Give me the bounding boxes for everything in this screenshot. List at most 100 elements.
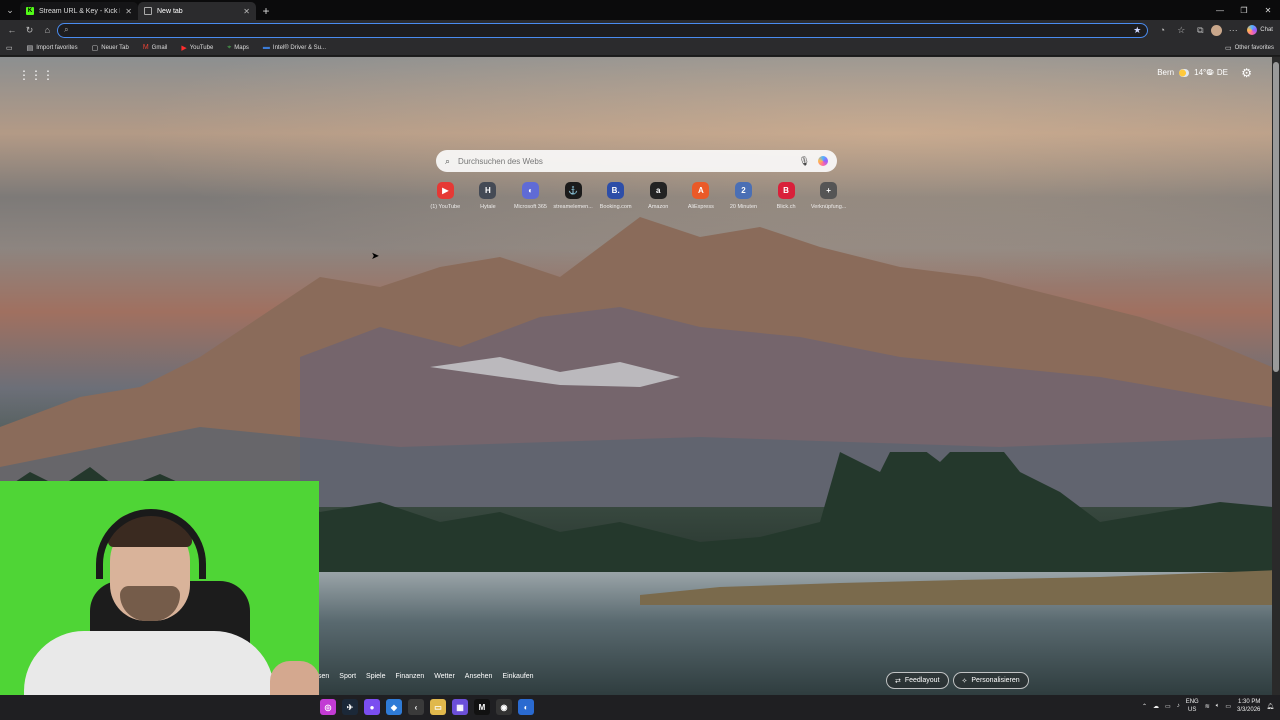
grid-app-taskbar-icon[interactable]: ▦ xyxy=(452,699,468,715)
copilot-icon[interactable] xyxy=(818,156,828,166)
youtube-icon: ▶ xyxy=(181,44,187,52)
layout-icon: ⇄ xyxy=(895,677,901,685)
quick-link-item[interactable]: B Blick.ch xyxy=(765,182,808,210)
close-icon[interactable]: ✕ xyxy=(125,7,132,16)
bookmark-youtube[interactable]: ▶ YouTube xyxy=(181,44,213,52)
scrollbar-thumb[interactable] xyxy=(1273,62,1279,372)
cloud-icon[interactable]: ☁ xyxy=(1153,703,1159,710)
feed-nav-item[interactable]: Finanzen xyxy=(396,673,425,680)
tray-overflow-icon[interactable]: ⌃ xyxy=(1142,703,1147,710)
bookmark-label: Intel® Driver & Su... xyxy=(272,44,327,51)
quick-link-item[interactable]: B. Booking.com xyxy=(594,182,637,210)
quick-link-icon: A xyxy=(692,182,710,199)
taskbar-apps: ◎ ✈ ● ◆ ‹ ▭ ▦ M ◉ ◐ xyxy=(320,699,534,715)
web-search-input[interactable] xyxy=(458,156,791,166)
home-icon[interactable]: ⌂ xyxy=(39,22,55,38)
speaker-icon[interactable]: ♪ xyxy=(1177,703,1180,709)
partly-sunny-icon xyxy=(1179,68,1190,77)
quick-link-item[interactable]: ◐ Microsoft 365 xyxy=(509,182,552,210)
globe-icon: 🌐︎ xyxy=(1207,68,1214,77)
apps-grid-icon[interactable]: ⋮⋮⋮ xyxy=(18,68,54,82)
quick-link-item[interactable]: ▶ (1) YouTube xyxy=(424,182,467,210)
instagram-taskbar-icon[interactable]: ◎ xyxy=(320,699,336,715)
language-selector[interactable]: 🌐︎ DE xyxy=(1207,68,1228,78)
bookmark-label: Gmail xyxy=(151,44,168,51)
minimize-icon[interactable]: — xyxy=(1208,0,1232,20)
close-window-icon[interactable]: ✕ xyxy=(1256,0,1280,20)
bookmark-import-favorites[interactable]: ▤ Import favorites xyxy=(27,44,78,52)
bookmark-intel-driver[interactable]: ▬ Intel® Driver & Su... xyxy=(263,44,326,51)
settings-gear-icon[interactable]: ⚙ xyxy=(1241,66,1252,80)
web-search-box[interactable]: ⌕ 🎙︎ xyxy=(436,150,837,172)
tab-bar: ⌄ K Stream URL & Key - Kick Dashboa ✕ Ne… xyxy=(0,0,1280,20)
quick-link-icon: a xyxy=(649,182,667,199)
address-bar[interactable]: ⌕ ★ xyxy=(57,22,1149,38)
quick-link-item[interactable]: H Hytale xyxy=(467,182,510,210)
personalize-button[interactable]: ✧ Personalisieren xyxy=(952,672,1029,689)
chat-label: Chat xyxy=(1260,27,1273,33)
more-icon[interactable]: ⋯ xyxy=(1225,22,1241,38)
quick-link-item[interactable]: a Amazon xyxy=(637,182,680,210)
m-app-taskbar-icon[interactable]: M xyxy=(474,699,490,715)
other-favorites[interactable]: ▭ Other favorites xyxy=(1225,44,1274,52)
feed-nav-item[interactable]: sen xyxy=(318,673,329,680)
clock-time: 1:30 PM xyxy=(1238,699,1261,705)
battery-icon[interactable]: ▭ xyxy=(1225,703,1231,710)
chevron-taskbar-icon[interactable]: ‹ xyxy=(408,699,424,715)
new-tab-button[interactable]: + xyxy=(256,2,276,20)
quick-link-item[interactable]: A AliExpress xyxy=(680,182,723,210)
edge-taskbar-icon[interactable]: ◐ xyxy=(518,699,534,715)
bookmark-gmail[interactable]: M Gmail xyxy=(143,44,168,51)
refresh-icon[interactable]: ↻ xyxy=(22,22,38,38)
quick-link-label: 20 Minuten xyxy=(729,204,758,210)
feed-nav-item[interactable]: Spiele xyxy=(366,673,385,680)
favorites-icon[interactable]: ☆ xyxy=(1173,22,1189,38)
clock-date: 3/3/2026 xyxy=(1237,707,1261,713)
tab-new-tab[interactable]: New tab ✕ xyxy=(138,2,256,20)
folder-taskbar-icon[interactable]: ▭ xyxy=(430,699,446,715)
quick-link-item[interactable]: ⚓ streamelemen... xyxy=(552,182,595,210)
collections-icon[interactable]: ⧉ xyxy=(1192,22,1208,38)
window-controls: — ❐ ✕ xyxy=(1208,0,1280,20)
bookmark-label: YouTube xyxy=(189,44,214,51)
favorite-star-icon[interactable]: ★ xyxy=(1133,25,1141,36)
quick-link-label: Blick.ch xyxy=(776,204,796,210)
feed-nav-item[interactable]: Einkaufen xyxy=(502,673,533,680)
feed-nav-item[interactable]: Sport xyxy=(339,673,356,680)
quick-link-item[interactable]: + Verknüpfung... xyxy=(807,182,850,210)
obs-taskbar-icon[interactable]: ◉ xyxy=(496,699,512,715)
maps-icon: ⌖ xyxy=(227,43,232,51)
tab-actions-menu-icon[interactable]: ⌄ xyxy=(0,0,20,20)
shield-taskbar-icon[interactable]: ◆ xyxy=(386,699,402,715)
notification-bell-icon[interactable]: 🔔︎ xyxy=(1266,703,1274,710)
back-icon[interactable]: ← xyxy=(4,22,20,38)
quick-link-icon: B. xyxy=(607,182,625,199)
steam-taskbar-icon[interactable]: ✈ xyxy=(342,699,358,715)
feed-layout-button[interactable]: ⇄ Feedlayout xyxy=(886,672,949,689)
personalize-label: Personalisieren xyxy=(971,677,1020,684)
import-icon: ▤ xyxy=(26,44,34,52)
weather-widget[interactable]: Bern 14°C xyxy=(1157,68,1212,77)
profile-avatar[interactable] xyxy=(1211,24,1223,36)
network-icon[interactable]: ▭ xyxy=(1165,703,1171,710)
bookmark-neuer-tab[interactable]: ▢ Neuer Tab xyxy=(92,44,129,52)
microphone-icon[interactable]: 🎙︎ xyxy=(799,156,810,167)
browser-essentials-icon[interactable]: ◔ xyxy=(1154,22,1170,38)
feed-nav-item[interactable]: Wetter xyxy=(434,673,455,680)
volume-icon[interactable]: 🔈︎ xyxy=(1216,703,1220,710)
quick-link-item[interactable]: 2 20 Minuten xyxy=(722,182,765,210)
address-input[interactable] xyxy=(72,25,1130,35)
reading-list-icon[interactable]: ▭ xyxy=(6,44,13,52)
wifi-icon[interactable]: ≋ xyxy=(1205,703,1210,710)
close-icon[interactable]: ✕ xyxy=(243,7,250,16)
input-language[interactable]: ENG US xyxy=(1186,698,1199,714)
feed-nav-item[interactable]: Ansehen xyxy=(465,673,493,680)
quick-link-label: AliExpress xyxy=(687,204,714,210)
copilot-chat-button[interactable]: Chat xyxy=(1244,25,1276,35)
bookmark-maps[interactable]: ⌖ Maps xyxy=(227,44,249,52)
tab-kick-dashboard[interactable]: K Stream URL & Key - Kick Dashboa ✕ xyxy=(20,2,138,20)
restore-icon[interactable]: ❐ xyxy=(1232,0,1256,20)
messenger-taskbar-icon[interactable]: ● xyxy=(364,699,380,715)
clock[interactable]: 1:30 PM 3/3/2026 xyxy=(1237,698,1260,714)
search-icon: ⌕ xyxy=(445,155,451,166)
